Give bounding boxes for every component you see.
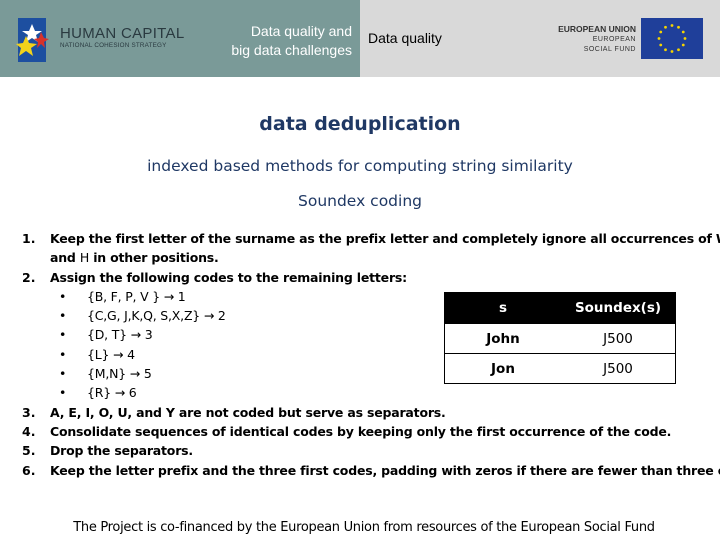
bullet-icon: • xyxy=(59,385,67,401)
human-capital-flag-icon xyxy=(16,18,49,62)
list-item: 4. Consolidate sequences of identical co… xyxy=(0,422,720,441)
eu-star-icon xyxy=(681,30,685,34)
step-number: 6. xyxy=(22,462,36,478)
step-number: 1. xyxy=(22,231,36,246)
cell-name: Jon xyxy=(444,353,561,384)
slide-subtitle: indexed based methods for computing stri… xyxy=(147,157,573,175)
course-title-line: big data challenges xyxy=(231,42,352,58)
list-item: 2. Assign the following codes to the rem… xyxy=(0,268,720,287)
soundex-example-table: s Soundex(s) John J500 Jon J500 xyxy=(444,292,676,384)
list-item: 1. Keep the first letter of the surname … xyxy=(0,229,720,248)
eu-star-icon xyxy=(659,30,663,34)
text-part: in other positions. xyxy=(89,250,219,266)
text-part: and xyxy=(50,250,80,266)
slide-header: HUMAN CAPITAL NATIONAL COHESION STRATEGY… xyxy=(0,0,720,77)
step-text-continuation: and H in other positions. xyxy=(50,248,219,267)
eu-star-icon xyxy=(677,25,680,29)
code-rule: {L} → 4 xyxy=(87,346,135,362)
code-rule: {R} → 6 xyxy=(87,385,137,401)
bullet-icon: • xyxy=(59,366,67,382)
step-text: Drop the separators. xyxy=(50,443,193,459)
list-item: 3. A, E, I, O, U, and Y are not coded bu… xyxy=(0,403,720,422)
section-heading: Soundex coding xyxy=(298,192,422,210)
step-number: 3. xyxy=(22,404,36,420)
step-number: 2. xyxy=(22,269,36,285)
bullet-icon: • xyxy=(59,288,67,304)
text-part: H xyxy=(79,250,90,266)
column-header-soundex: Soundex(s) xyxy=(561,292,676,324)
cell-soundex: J500 xyxy=(561,323,676,354)
code-rule: {B, F, P, V } → 1 xyxy=(87,288,186,304)
bullet-icon: • xyxy=(59,308,67,324)
step-text: Keep the first letter of the surname as … xyxy=(50,231,720,246)
eu-star-icon xyxy=(659,43,663,47)
eu-star-icon xyxy=(681,43,685,47)
step-number: 5. xyxy=(22,443,36,459)
step-text: A, E, I, O, U, and Y are not coded but s… xyxy=(50,404,446,420)
eu-logo-line: EUROPEAN UNION xyxy=(558,24,636,34)
human-capital-subtitle: NATIONAL COHESION STRATEGY xyxy=(60,42,167,49)
code-rule: {D, T} → 3 xyxy=(87,327,153,343)
bullet-icon: • xyxy=(59,346,67,362)
eu-logo-line: EUROPEAN xyxy=(592,36,636,43)
header-left-panel: HUMAN CAPITAL NATIONAL COHESION STRATEGY… xyxy=(0,0,360,77)
column-header-s: s xyxy=(444,292,561,324)
eu-star-icon xyxy=(677,48,680,52)
slide-title: data deduplication xyxy=(259,113,461,135)
course-title-line: Data quality and xyxy=(250,23,352,39)
step-text: Keep the letter prefix and the three fir… xyxy=(50,462,720,478)
list-item-continuation: and H in other positions. xyxy=(0,248,720,267)
topic-label: Data quality xyxy=(368,30,442,46)
eu-star-icon xyxy=(683,37,687,40)
eu-star-icon xyxy=(664,25,667,29)
cell-name: John xyxy=(444,323,561,354)
code-item: • {R} → 6 xyxy=(0,383,720,402)
human-capital-logo: HUMAN CAPITAL NATIONAL COHESION STRATEGY xyxy=(10,16,184,62)
list-item: 5. Drop the separators. xyxy=(0,441,720,460)
table-row: John J500 xyxy=(444,323,676,354)
list-item: 6. Keep the letter prefix and the three … xyxy=(0,461,720,480)
table-row: Jon J500 xyxy=(444,353,676,384)
eu-star-icon xyxy=(670,24,674,27)
step-text: Assign the following codes to the remain… xyxy=(50,269,407,285)
eu-logo-line: SOCIAL FUND xyxy=(583,46,636,53)
eu-flag-icon xyxy=(641,18,703,59)
eu-star-icon xyxy=(657,37,661,40)
cell-soundex: J500 xyxy=(561,353,676,384)
eu-star-icon xyxy=(670,50,674,53)
eu-logo-text: EUROPEAN UNION EUROPEAN SOCIAL FUND xyxy=(554,24,636,55)
bullet-icon: • xyxy=(59,327,67,343)
code-rule: {M,N} → 5 xyxy=(87,366,152,382)
step-text: Consolidate sequences of identical codes… xyxy=(50,423,672,439)
funding-footer: The Project is co-financed by the Europe… xyxy=(73,520,655,535)
table-header-row: s Soundex(s) xyxy=(444,292,676,324)
step-number: 4. xyxy=(22,423,36,439)
course-title: Data quality and big data challenges xyxy=(152,22,352,60)
eu-star-icon xyxy=(664,48,667,52)
code-rule: {C,G, J,K,Q, S,X,Z} → 2 xyxy=(87,308,226,324)
